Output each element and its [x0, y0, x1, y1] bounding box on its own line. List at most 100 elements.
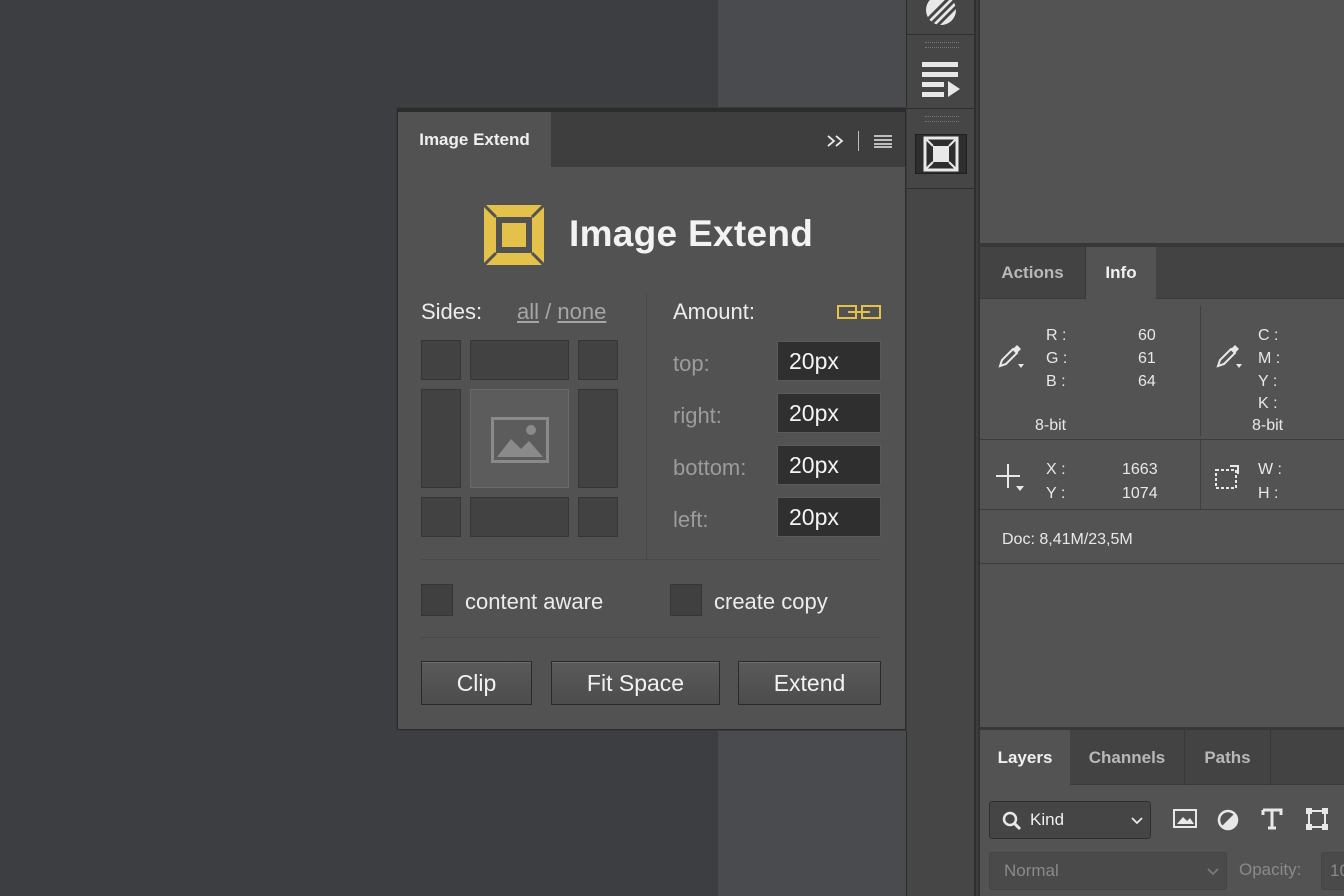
chevron-down-icon: [1207, 868, 1219, 876]
panel-icon-strip: [906, 0, 976, 896]
tab-actions[interactable]: Actions: [980, 247, 1086, 299]
x-value: 1663: [1122, 461, 1158, 478]
image-filter-icon[interactable]: [1172, 807, 1198, 831]
tab-paths[interactable]: Paths: [1185, 730, 1271, 785]
adjustment-filter-icon[interactable]: [1216, 808, 1240, 832]
info-panel-tabs: Actions Info: [980, 247, 1344, 299]
shape-filter-icon[interactable]: [1305, 807, 1329, 831]
layers-panel: Layers Channels Paths Kind Normal Opacit…: [978, 727, 1344, 896]
tab-info[interactable]: Info: [1086, 247, 1156, 299]
search-icon: [1002, 811, 1022, 831]
section-divider: [421, 637, 881, 638]
actions-list-icon: [922, 62, 960, 97]
image-placeholder-icon: [491, 417, 549, 463]
color-readout-section: R : G : B : 60 61 64 8-bit C : M : Y : K…: [980, 300, 1344, 440]
kind-filter-value: Kind: [1030, 810, 1065, 829]
left-amount-label: left:: [673, 507, 709, 532]
top-panel: [978, 0, 1344, 243]
y-value: 1074: [1122, 485, 1158, 502]
opacity-label: Opacity:: [1239, 860, 1302, 879]
side-right[interactable]: [578, 389, 618, 488]
x-label: X :: [1046, 461, 1066, 478]
blue-value: 64: [1138, 373, 1156, 390]
red-value: 60: [1138, 327, 1156, 344]
type-filter-icon[interactable]: [1260, 807, 1284, 831]
side-top-right[interactable]: [578, 340, 618, 380]
tab-image-extend[interactable]: Image Extend: [398, 112, 551, 167]
image-extend-logo-icon: [484, 205, 544, 265]
panel-heading: Image Extend: [569, 213, 814, 254]
side-bottom-right[interactable]: [578, 497, 618, 537]
green-value: 61: [1138, 350, 1156, 367]
panel-content: Image Extend Sides: all / none Amount: t…: [398, 167, 905, 729]
section-divider: [421, 559, 881, 560]
select-all-link[interactable]: all: [517, 299, 539, 324]
red-label: R :: [1046, 327, 1067, 344]
right-amount-input[interactable]: 20px: [777, 393, 881, 433]
black-label: K :: [1258, 395, 1278, 412]
left-amount-input[interactable]: 20px: [777, 497, 881, 537]
content-aware-label: content aware: [465, 589, 604, 614]
right-amount-label: right:: [673, 403, 722, 428]
side-bottom[interactable]: [470, 497, 569, 537]
side-top[interactable]: [470, 340, 569, 380]
eyedropper-icon[interactable]: [1214, 340, 1244, 370]
crosshair-icon[interactable]: [994, 462, 1026, 494]
opacity-input[interactable]: 10: [1321, 852, 1344, 890]
bottom-amount-label: bottom:: [673, 455, 747, 480]
side-center-image: [470, 389, 569, 488]
eyedropper-icon[interactable]: [996, 340, 1026, 370]
link-values-icon[interactable]: [836, 303, 882, 321]
side-left[interactable]: [421, 389, 461, 488]
blend-mode-select[interactable]: Normal: [989, 852, 1227, 890]
clip-button[interactable]: Clip: [421, 661, 532, 705]
cmyk-bit-depth: 8-bit: [1252, 417, 1284, 434]
sides-links: all / none: [517, 299, 606, 325]
create-copy-checkbox[interactable]: [670, 584, 702, 616]
top-amount-input[interactable]: 20px: [777, 341, 881, 381]
striped-sphere-icon: [926, 0, 959, 28]
titlebar-divider: [858, 131, 859, 151]
bottom-amount-input[interactable]: 20px: [777, 445, 881, 485]
image-extend-panel-button[interactable]: [915, 134, 967, 174]
amount-label: Amount:: [673, 299, 755, 324]
sides-separator: /: [545, 299, 552, 324]
panel-menu-icon[interactable]: [873, 134, 893, 148]
yellow-label: Y :: [1258, 373, 1278, 390]
magenta-label: M :: [1258, 350, 1281, 367]
doc-size: Doc: 8,41M/23,5M: [1002, 531, 1133, 548]
panel-grip[interactable]: [925, 42, 959, 48]
extend-button[interactable]: Extend: [738, 661, 881, 705]
position-readout-section: X : Y : 1663 1074 W : H :: [980, 440, 1344, 510]
rgb-bit-depth: 8-bit: [1035, 417, 1067, 434]
layers-panel-tabs: Layers Channels Paths: [980, 730, 1344, 785]
side-bottom-left[interactable]: [421, 497, 461, 537]
sides-label: Sides:: [421, 299, 483, 324]
cyan-label: C :: [1258, 327, 1279, 344]
image-extend-icon: [923, 136, 959, 172]
layer-kind-filter[interactable]: Kind: [989, 801, 1151, 839]
height-label: H :: [1258, 485, 1279, 502]
image-extend-panel: Image Extend Image Extend Sides: all / n…: [397, 108, 906, 730]
tab-layers[interactable]: Layers: [980, 730, 1070, 785]
blend-mode-value: Normal: [1004, 861, 1059, 880]
fit-space-button[interactable]: Fit Space: [551, 661, 720, 705]
brush-presets-button[interactable]: [915, 0, 967, 30]
doc-size-section: Doc: 8,41M/23,5M: [980, 510, 1344, 564]
content-aware-checkbox[interactable]: [421, 584, 453, 616]
info-panel: Actions Info R : G : B : 60 61 64 8-bit …: [978, 247, 1344, 727]
panel-grip[interactable]: [925, 116, 959, 122]
column-divider: [646, 293, 647, 559]
width-label: W :: [1258, 461, 1282, 478]
panel-titlebar: Image Extend: [398, 109, 905, 167]
select-none-link[interactable]: none: [557, 299, 606, 324]
blue-label: B :: [1046, 373, 1066, 390]
selection-size-icon: [1215, 465, 1239, 489]
side-top-left[interactable]: [421, 340, 461, 380]
collapse-panel-icon[interactable]: [826, 134, 846, 148]
y-label: Y :: [1046, 485, 1066, 502]
tab-channels[interactable]: Channels: [1070, 730, 1185, 785]
green-label: G :: [1046, 350, 1068, 367]
actions-panel-button[interactable]: [915, 58, 967, 98]
create-copy-label: create copy: [714, 589, 828, 614]
